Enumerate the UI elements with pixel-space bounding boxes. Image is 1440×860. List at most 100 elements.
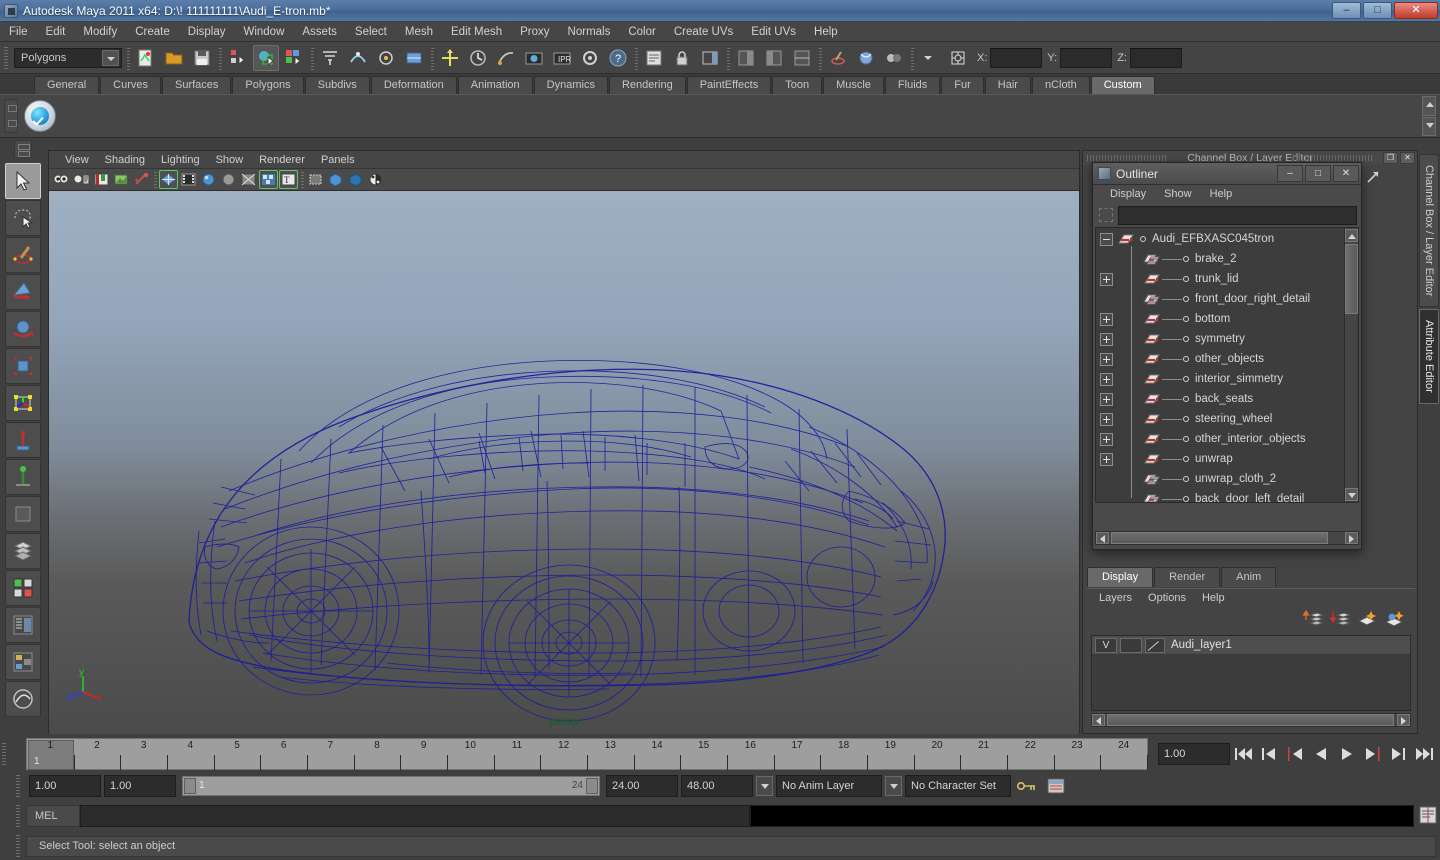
outliner-row[interactable]: trunk_lid (1096, 269, 1358, 289)
close-button[interactable]: ✕ (1394, 2, 1438, 19)
sculpt-geometry-button[interactable] (853, 45, 879, 71)
menu-proxy[interactable]: Proxy (511, 24, 558, 40)
snap-point-button[interactable] (373, 45, 399, 71)
snap-view-plane-button[interactable] (401, 45, 427, 71)
layer-playback-toggle[interactable] (1120, 638, 1142, 653)
channel-box-restore-button[interactable]: ❐ (1383, 152, 1398, 164)
expand-icon[interactable] (1100, 333, 1113, 346)
shelf-tab-surfaces[interactable]: Surfaces (162, 76, 231, 94)
viewport-menu-renderer[interactable]: Renderer (251, 153, 313, 167)
show-manipulator-tool-button[interactable] (5, 459, 41, 495)
step-back-key-button[interactable] (1256, 742, 1282, 766)
layout-persp-graph-button[interactable] (5, 681, 41, 717)
render-view-button[interactable] (521, 45, 547, 71)
last-tool-used-button[interactable] (5, 496, 41, 532)
rotate-tool-button[interactable] (5, 311, 41, 347)
menu-select[interactable]: Select (346, 24, 396, 40)
layer-visibility-toggle[interactable]: V (1095, 638, 1117, 653)
xray-text-icon[interactable]: T (279, 170, 298, 189)
show-channel-box-button[interactable] (733, 45, 759, 71)
expand-icon[interactable] (1100, 373, 1113, 386)
menu-edit-uvs[interactable]: Edit UVs (742, 24, 805, 40)
menu-modify[interactable]: Modify (74, 24, 126, 40)
new-scene-button[interactable] (133, 45, 159, 71)
outliner-row[interactable]: interior_simmetry (1096, 369, 1358, 389)
node-toggle-dot[interactable] (1183, 456, 1189, 462)
construction-history-button[interactable] (493, 45, 519, 71)
time-slider-grip[interactable] (0, 741, 9, 767)
checker-sphere-icon[interactable] (366, 170, 385, 189)
menu-assets[interactable]: Assets (293, 24, 346, 40)
select-tool-button[interactable] (5, 163, 41, 199)
layout-hypergraph-persp-button[interactable] (5, 644, 41, 680)
outliner-tree[interactable]: Audi_EFBXASC045tronbrake_2trunk_lidfront… (1095, 227, 1359, 503)
shaded-object-2-icon[interactable] (346, 170, 365, 189)
menu-display[interactable]: Display (179, 24, 235, 40)
outliner-vscrollbar[interactable] (1344, 229, 1357, 501)
minimize-button[interactable]: – (1332, 2, 1361, 19)
step-back-frame-button[interactable] (1282, 742, 1308, 766)
menu-create-uvs[interactable]: Create UVs (665, 24, 742, 40)
sidebar-toggle-button[interactable] (697, 45, 723, 71)
outliner-row[interactable]: other_objects (1096, 349, 1358, 369)
expand-icon[interactable] (1100, 273, 1113, 286)
shelf-tab-hair[interactable]: Hair (985, 76, 1031, 94)
paint-weights-button[interactable] (881, 45, 907, 71)
outliner-row[interactable]: bottom (1096, 309, 1358, 329)
shelf-tab-curves[interactable]: Curves (100, 76, 161, 94)
smooth-shade-all-icon[interactable] (199, 170, 218, 189)
layer-hscroll-thumb[interactable] (1107, 714, 1394, 726)
node-toggle-dot[interactable] (1183, 416, 1189, 422)
range-bar-right-handle[interactable] (586, 778, 598, 794)
play-backwards-button[interactable] (1308, 742, 1334, 766)
viewport-menu-shading[interactable]: Shading (97, 153, 153, 167)
viewport-menu-show[interactable]: Show (208, 153, 252, 167)
shelf-tab-painteffects[interactable]: PaintEffects (687, 76, 772, 94)
coord-z-input[interactable] (1130, 48, 1182, 68)
outliner-row[interactable]: steering_wheel (1096, 409, 1358, 429)
paint-selection-tool-button[interactable] (5, 237, 41, 273)
viewport-canvas[interactable]: y z x persp (49, 191, 1079, 734)
panel-grip-right[interactable] (1293, 155, 1373, 161)
viewport-menu-view[interactable]: View (57, 153, 97, 167)
texture-display-icon[interactable] (259, 170, 278, 189)
move-layer-down-icon[interactable] (1329, 609, 1351, 627)
shelf-tab-rendering[interactable]: Rendering (609, 76, 686, 94)
menu-color[interactable]: Color (619, 24, 664, 40)
coord-y-input[interactable] (1060, 48, 1112, 68)
layout-single-perspective-button[interactable] (5, 533, 41, 569)
help-line-grip[interactable] (14, 833, 23, 859)
menu-create[interactable]: Create (126, 24, 179, 40)
layer-tab-anim[interactable]: Anim (1221, 567, 1276, 587)
playback-end-time-input[interactable]: 24.00 (606, 775, 678, 797)
snap-grid-button[interactable] (317, 45, 343, 71)
menu-window[interactable]: Window (234, 24, 293, 40)
expand-icon[interactable] (1100, 413, 1113, 426)
lock-button[interactable] (669, 45, 695, 71)
shelf-tab-dynamics[interactable]: Dynamics (534, 76, 608, 94)
outliner-maximize-button[interactable]: □ (1305, 165, 1331, 182)
node-toggle-dot[interactable] (1183, 336, 1189, 342)
shelf-tab-fur[interactable]: Fur (941, 76, 984, 94)
script-editor-icon[interactable] (1418, 805, 1438, 825)
outliner-menu-help[interactable]: Help (1201, 187, 1242, 201)
render-globals-button[interactable] (577, 45, 603, 71)
toolbox-grip[interactable] (14, 140, 32, 158)
image-plane-icon[interactable] (112, 170, 131, 189)
outliner-hscroll-thumb[interactable] (1111, 532, 1328, 544)
help-button[interactable]: ? (605, 45, 631, 71)
flat-shade-icon[interactable] (219, 170, 238, 189)
shelf-tab-subdivs[interactable]: Subdivs (305, 76, 370, 94)
create-layer-from-selected-icon[interactable] (1383, 609, 1405, 627)
play-forwards-button[interactable] (1334, 742, 1360, 766)
coord-x-input[interactable] (990, 48, 1042, 68)
outliner-row[interactable]: unwrap (1096, 449, 1358, 469)
shelf-tab-toon[interactable]: Toon (772, 76, 822, 94)
dock-tab-channel-box-layer-editor[interactable]: Channel Box / Layer Editor (1419, 154, 1439, 307)
expand-icon[interactable] (1100, 313, 1113, 326)
animation-start-time-input[interactable]: 1.00 (29, 775, 101, 797)
layer-menu-help[interactable]: Help (1194, 591, 1233, 605)
expand-icon[interactable] (1100, 453, 1113, 466)
auto-key-button[interactable] (1014, 774, 1040, 798)
show-tool-settings-button[interactable] (789, 45, 815, 71)
